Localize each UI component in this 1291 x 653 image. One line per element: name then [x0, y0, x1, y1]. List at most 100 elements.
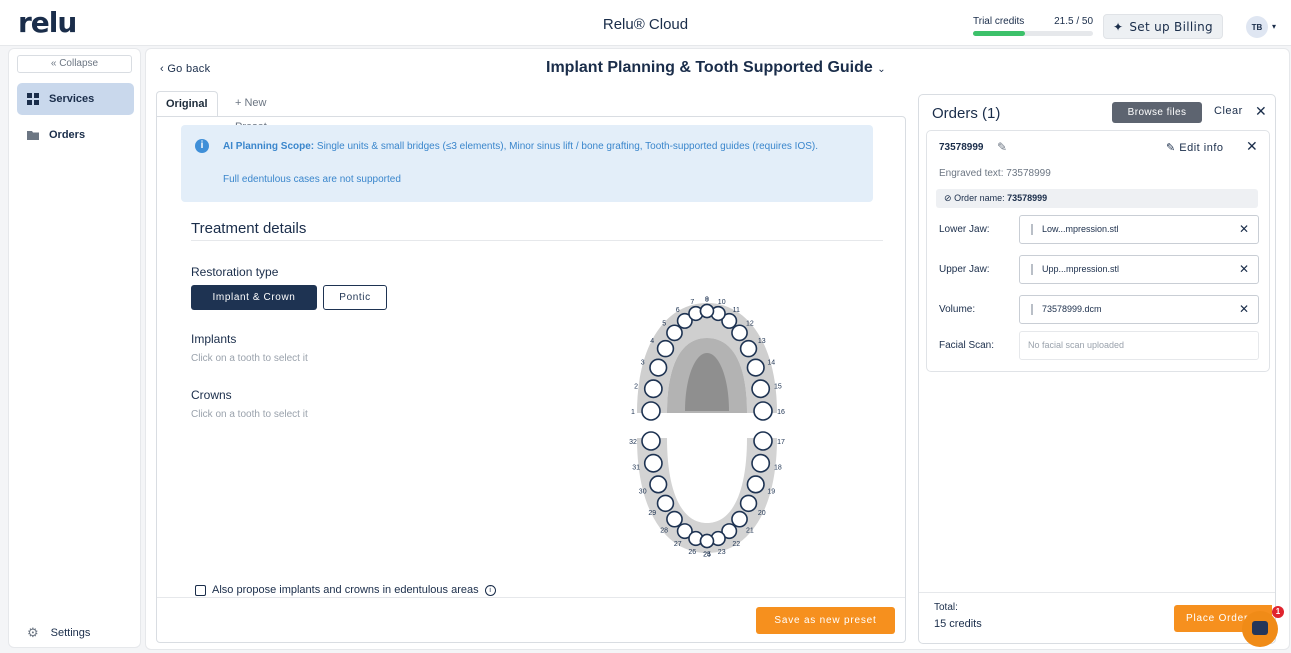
implants-label: Implants [191, 332, 237, 346]
browse-files-button[interactable]: Browse files [1112, 102, 1202, 123]
tooth-32[interactable] [641, 431, 661, 451]
treatment-panel: i AI Planning Scope: Single units & smal… [156, 116, 906, 643]
chevron-down-icon[interactable]: ▾ [1272, 22, 1276, 31]
chevron-down-icon: ⌄ [877, 64, 886, 75]
tooth-number-label: 7 [690, 299, 694, 306]
drag-handle-icon [1031, 264, 1033, 275]
divider [157, 597, 905, 598]
tooth-20[interactable] [739, 494, 758, 513]
edentulous-checkbox[interactable] [195, 584, 206, 596]
tooth-12[interactable] [731, 324, 748, 342]
lower-jaw-file[interactable]: Low...mpression.stl ✕ [1019, 215, 1259, 244]
tooth-4[interactable] [656, 339, 675, 358]
tooth-number-label: 5 [662, 320, 666, 327]
tooth-17[interactable] [753, 431, 773, 451]
sidebar-item-label: Orders [49, 129, 86, 141]
tooth-chart[interactable]: 1234567 816151413121110932313029282726 251… [597, 283, 817, 573]
tooth-28[interactable] [666, 510, 683, 528]
sidebar-item-orders[interactable]: Orders [17, 119, 134, 151]
tooth-2[interactable] [643, 379, 663, 399]
clear-button[interactable]: Clear [1214, 105, 1243, 117]
tooth-number-label: 17 [777, 439, 785, 446]
pontic-button[interactable]: Pontic [323, 285, 387, 310]
upper-jaw-filename: Upp...mpression.stl [1042, 264, 1120, 274]
tooth-3[interactable] [649, 358, 668, 377]
total-value: 15 credits [934, 618, 982, 630]
tooth-number-label: 28 [660, 528, 668, 535]
gear-icon: ⚙ [27, 625, 39, 640]
order-card: 73578999 ✎ ✎ Edit info ✕ Engraved text: … [926, 130, 1270, 372]
tooth-number-label: 16 [777, 409, 785, 416]
settings-label: Settings [50, 627, 91, 639]
page-title-text: Implant Planning & Tooth Supported Guide [546, 59, 873, 76]
tab-new-preset[interactable]: + New Preset [226, 91, 276, 133]
pencil-icon: ✎ [1166, 142, 1176, 154]
tooth-9[interactable] [699, 303, 715, 319]
tooth-21[interactable] [731, 510, 748, 528]
app-title: Relu® Cloud [602, 16, 689, 33]
tooth-14[interactable] [746, 358, 765, 377]
tab-original[interactable]: Original [156, 91, 218, 117]
tooth-number-label: 14 [767, 360, 775, 367]
upper-jaw-file[interactable]: Upp...mpression.stl ✕ [1019, 255, 1259, 284]
notification-badge: 1 [1272, 606, 1284, 618]
tooth-number-label: 3 [641, 360, 645, 367]
top-bar: relu Relu® Cloud Trial credits 21.5 / 50… [0, 0, 1291, 46]
tooth-number-label: 31 [632, 464, 640, 471]
tooth-29[interactable] [656, 494, 675, 513]
volume-file[interactable]: 73578999.dcm ✕ [1019, 295, 1259, 324]
implant-crown-button[interactable]: Implant & Crown [191, 285, 317, 310]
divider [191, 240, 883, 241]
tooth-number-label: 29 [648, 510, 656, 517]
lower-jaw-label: Lower Jaw: [939, 224, 990, 235]
close-icon[interactable]: ✕ [1255, 103, 1267, 120]
tooth-number-label: 23 [718, 549, 726, 556]
tooth-18[interactable] [751, 453, 771, 473]
tooth-13[interactable] [739, 339, 758, 358]
tooth-5[interactable] [666, 324, 683, 342]
chat-button[interactable] [1242, 611, 1278, 647]
edit-info-button[interactable]: ✎ Edit info [1166, 141, 1224, 154]
page-title[interactable]: Implant Planning & Tooth Supported Guide… [546, 59, 886, 77]
tooth-number-label: 6 [676, 307, 680, 314]
tooth-number-label: 21 [746, 528, 754, 535]
tooth-number-label: 11 [733, 307, 740, 314]
remove-file-icon[interactable]: ✕ [1239, 256, 1249, 283]
folder-icon [27, 131, 39, 140]
facial-scan-field[interactable]: No facial scan uploaded [1019, 331, 1259, 360]
go-back-link[interactable]: ‹ Go back [160, 63, 210, 75]
crowns-label: Crowns [191, 388, 232, 402]
tooth-24[interactable] [699, 533, 715, 549]
tooth-16[interactable] [753, 401, 773, 421]
pencil-icon[interactable]: ✎ [997, 140, 1007, 154]
orders-panel: Orders (1) Browse files Clear ✕ 73578999… [918, 94, 1276, 644]
tooth-number-label: 13 [758, 338, 766, 345]
tooth-31[interactable] [643, 453, 663, 473]
remove-file-icon[interactable]: ✕ [1239, 296, 1249, 323]
edentulous-checkbox-row[interactable]: Also propose implants and crowns in eden… [195, 584, 496, 596]
setup-billing-button[interactable]: ✦ Set up Billing [1103, 14, 1223, 39]
avatar[interactable]: TB [1246, 16, 1268, 38]
tooth-number-label: 9 [705, 297, 709, 304]
remove-file-icon[interactable]: ✕ [1239, 216, 1249, 243]
info-icon[interactable]: i [484, 584, 496, 596]
drag-handle-icon [1031, 224, 1033, 235]
tooth-15[interactable] [751, 379, 771, 399]
credits-progress-bar [973, 31, 1093, 36]
tooth-number-label: 15 [774, 384, 782, 391]
grid-icon [27, 93, 39, 105]
info-icon: i [195, 139, 209, 153]
info-banner: i AI Planning Scope: Single units & smal… [181, 125, 873, 202]
engraved-value: 73578999 [1006, 168, 1051, 179]
scope-text: Single units & small bridges (≤3 element… [314, 141, 819, 152]
tooth-19[interactable] [746, 475, 765, 494]
sidebar-item-services[interactable]: Services [17, 83, 134, 115]
tooth-number-label: 19 [767, 488, 775, 495]
sidebar-item-settings[interactable]: ⚙ Settings [27, 625, 90, 641]
close-icon[interactable]: ✕ [1246, 138, 1258, 155]
tooth-1[interactable] [641, 401, 661, 421]
tooth-number-label: 24 [703, 551, 711, 558]
save-preset-button[interactable]: Save as new preset [756, 607, 895, 634]
tooth-30[interactable] [649, 475, 668, 494]
collapse-button[interactable]: « Collapse [17, 55, 132, 73]
